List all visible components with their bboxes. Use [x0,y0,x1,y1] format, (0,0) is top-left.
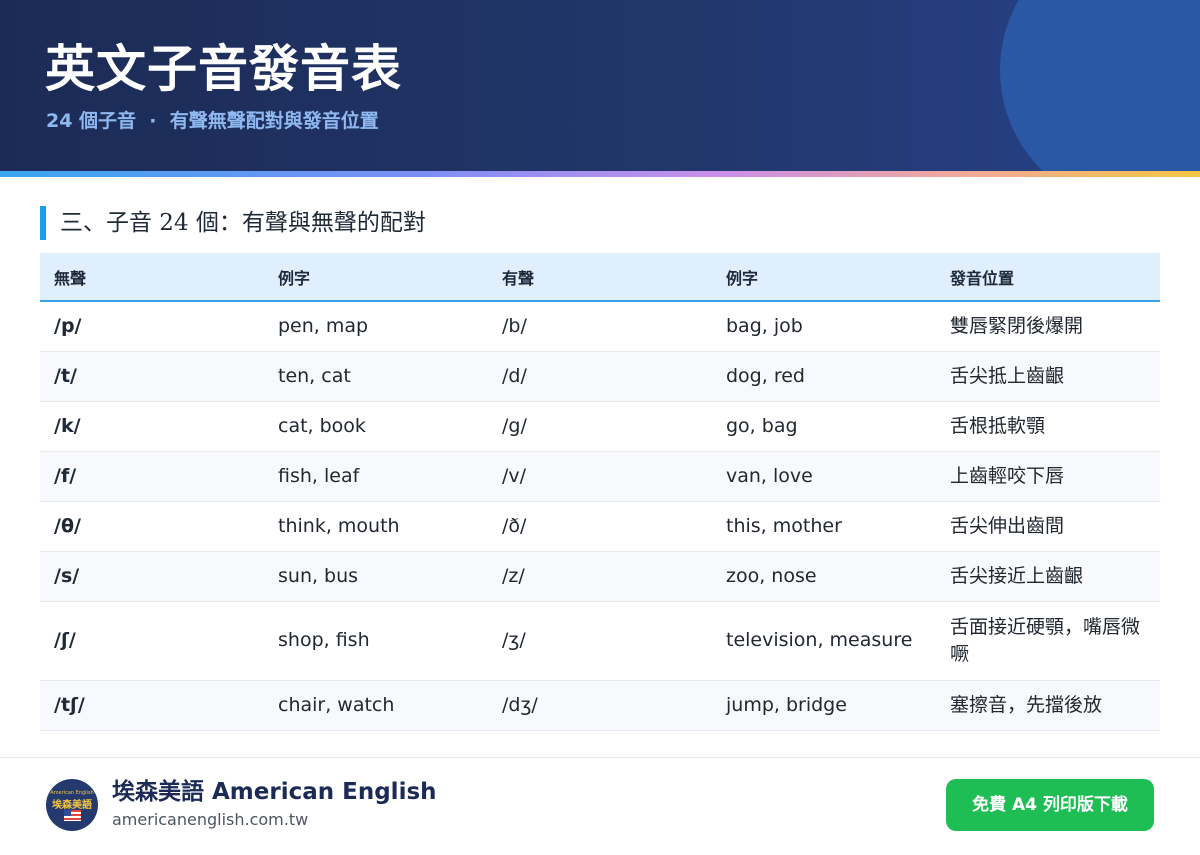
voiced-symbol: /ʒ/ [488,601,712,681]
voiced-examples: go, bag [712,401,936,452]
voiceless-examples: fish, leaf [264,451,488,502]
decorative-circle [1000,0,1200,171]
brand-url[interactable]: americanenglish.com.tw [112,809,308,831]
voiceless-symbol: /p/ [40,301,264,352]
articulation-position: 舌尖伸出齒間 [936,501,1160,552]
articulation-position: 舌面接近硬顎，嘴唇微噘 [936,601,1160,681]
articulation-position: 舌尖接近上齒齦 [936,551,1160,602]
page-title: 英文子音發音表 [45,39,402,98]
articulation-position: 塞擦音，先擋後放 [936,680,1160,731]
table-row: /p/ pen, map /b/ bag, job 雙唇緊閉後爆開 [40,301,1160,352]
logo-text: 埃森美語 [52,800,92,811]
download-button[interactable]: 免費 A4 列印版下載 [946,779,1154,831]
page-subtitle: 24 個子音 · 有聲無聲配對與發音位置 [46,110,379,132]
voiced-symbol: /dʒ/ [488,680,712,731]
voiceless-symbol: /θ/ [40,501,264,552]
page-header: 英文子音發音表 24 個子音 · 有聲無聲配對與發音位置 [0,0,1200,171]
voiceless-examples: sun, bus [264,551,488,602]
voiced-examples: dog, red [712,351,936,402]
voiced-examples: this, mother [712,501,936,552]
voiceless-symbol: /tʃ/ [40,680,264,731]
voiced-examples: television, measure [712,601,936,681]
voiced-symbol: /g/ [488,401,712,452]
voiceless-examples: shop, fish [264,601,488,681]
column-header-voiceless-examples: 例字 [278,268,311,288]
voiceless-symbol: /ʃ/ [40,601,264,681]
section-title: 三、子音 24 個：有聲與無聲的配對 [40,206,426,240]
brand-logo: American English 埃森美語 [46,779,98,831]
voiceless-examples: think, mouth [264,501,488,552]
voiceless-symbol: /f/ [40,451,264,502]
voiced-symbol: /b/ [488,301,712,352]
table-header-row: 無聲 例字 有聲 例字 發音位置 [40,253,1160,301]
voiced-symbol: /z/ [488,551,712,602]
voiced-examples: van, love [712,451,936,502]
articulation-position: 舌根抵軟顎 [936,401,1160,452]
us-flag-icon [64,810,81,821]
table-row: /tʃ/ chair, watch /dʒ/ jump, bridge 塞擦音，… [40,680,1160,731]
table-row: /f/ fish, leaf /v/ van, love 上齒輕咬下唇 [40,451,1160,502]
voiceless-examples: pen, map [264,301,488,352]
voiceless-symbol: /s/ [40,551,264,602]
voiceless-examples: chair, watch [264,680,488,731]
articulation-position: 上齒輕咬下唇 [936,451,1160,502]
column-header-voiced-examples: 例字 [726,268,759,288]
column-header-voiced: 有聲 [502,268,535,288]
voiced-examples: zoo, nose [712,551,936,602]
voiced-examples: bag, job [712,301,936,352]
table-row: /t/ ten, cat /d/ dog, red 舌尖抵上齒齦 [40,351,1160,402]
column-header-position: 發音位置 [950,268,1015,288]
voiceless-examples: cat, book [264,401,488,452]
footer-divider [0,757,1200,758]
articulation-position: 雙唇緊閉後爆開 [936,301,1160,352]
voiceless-examples: ten, cat [264,351,488,402]
gradient-divider [0,171,1200,177]
table-row: /s/ sun, bus /z/ zoo, nose 舌尖接近上齒齦 [40,551,1160,602]
voiced-examples: jump, bridge [712,680,936,731]
table-row: /ʃ/ shop, fish /ʒ/ television, measure 舌… [40,601,1160,681]
voiceless-symbol: /k/ [40,401,264,452]
articulation-position: 舌尖抵上齒齦 [936,351,1160,402]
voiced-symbol: /ð/ [488,501,712,552]
consonant-table-container: 無聲 例字 有聲 例字 發音位置 /p/ pen, map /b/ bag, j… [40,253,1160,731]
consonant-table: 無聲 例字 有聲 例字 發音位置 /p/ pen, map /b/ bag, j… [40,253,1160,731]
table-row: /θ/ think, mouth /ð/ this, mother 舌尖伸出齒間 [40,501,1160,552]
voiced-symbol: /d/ [488,351,712,402]
voiceless-symbol: /t/ [40,351,264,402]
voiced-symbol: /v/ [488,451,712,502]
brand-name: 埃森美語 American English [112,779,437,805]
column-header-voiceless: 無聲 [54,268,87,288]
table-row: /k/ cat, book /g/ go, bag 舌根抵軟顎 [40,401,1160,452]
